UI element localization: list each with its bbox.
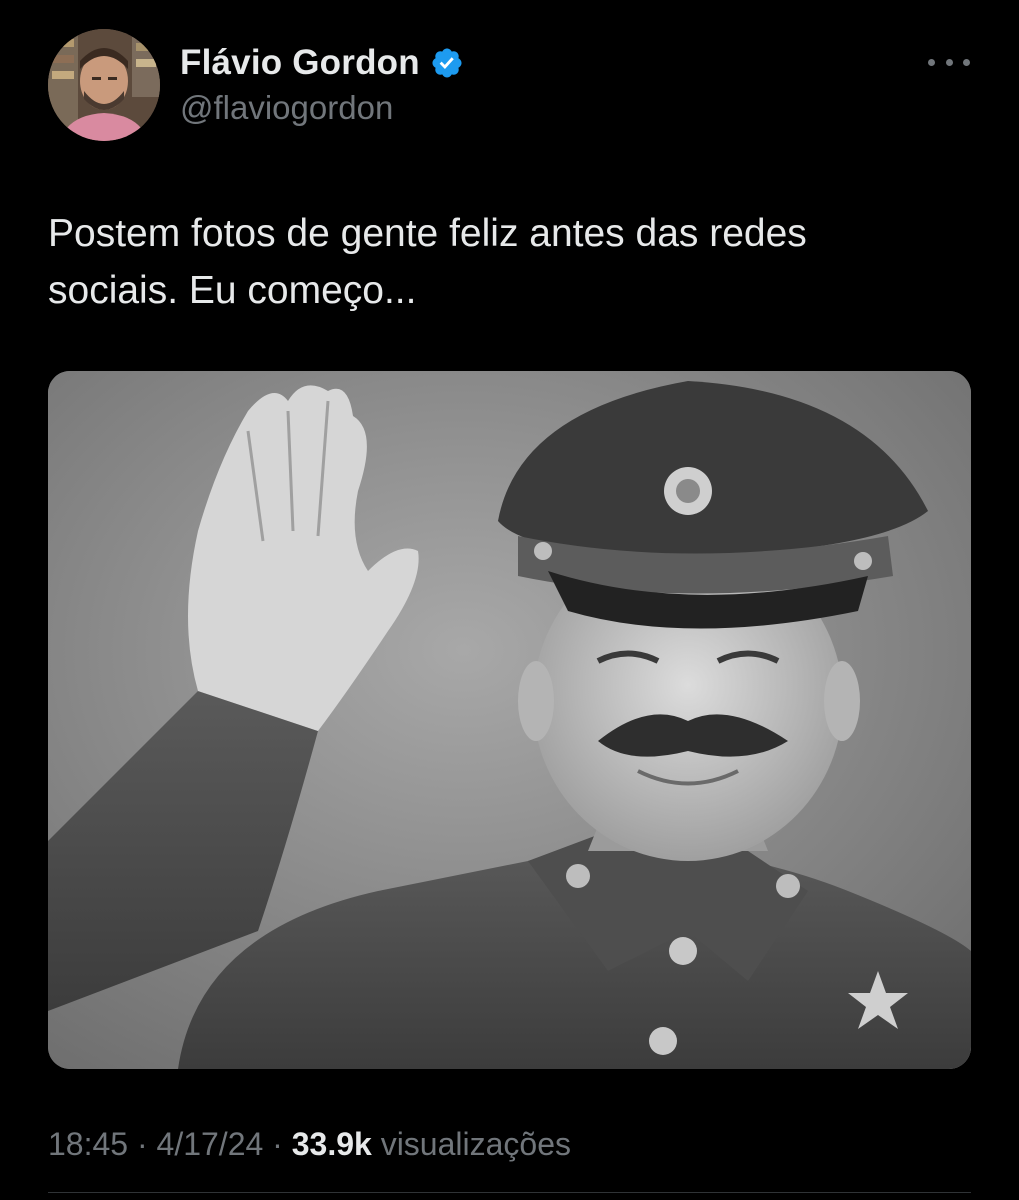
avatar[interactable] — [48, 29, 160, 141]
tweet-meta: 18:45 · 4/17/24 · 33.9k visualizações — [48, 1126, 571, 1163]
meta-separator: · — [272, 1126, 292, 1162]
views-count[interactable]: 33.9k — [292, 1126, 372, 1162]
more-options-icon[interactable] — [928, 44, 970, 80]
meta-separator: · — [136, 1126, 157, 1162]
avatar-image — [48, 29, 160, 141]
author-handle[interactable]: @flaviogordon — [180, 89, 393, 127]
author-display-name[interactable]: Flávio Gordon — [180, 43, 420, 83]
divider — [48, 1192, 971, 1193]
author-name-row: Flávio Gordon — [180, 40, 464, 86]
photo-image — [48, 371, 971, 1069]
verified-badge-icon — [430, 46, 464, 80]
tweet-time[interactable]: 18:45 — [48, 1126, 128, 1162]
tweet: Flávio Gordon @flaviogordon Postem fotos… — [0, 0, 1019, 1200]
tweet-text: Postem fotos de gente feliz antes das re… — [48, 212, 807, 312]
tweet-photo[interactable] — [48, 371, 971, 1069]
tweet-date[interactable]: 4/17/24 — [157, 1126, 264, 1162]
views-label: visualizações — [380, 1126, 571, 1162]
